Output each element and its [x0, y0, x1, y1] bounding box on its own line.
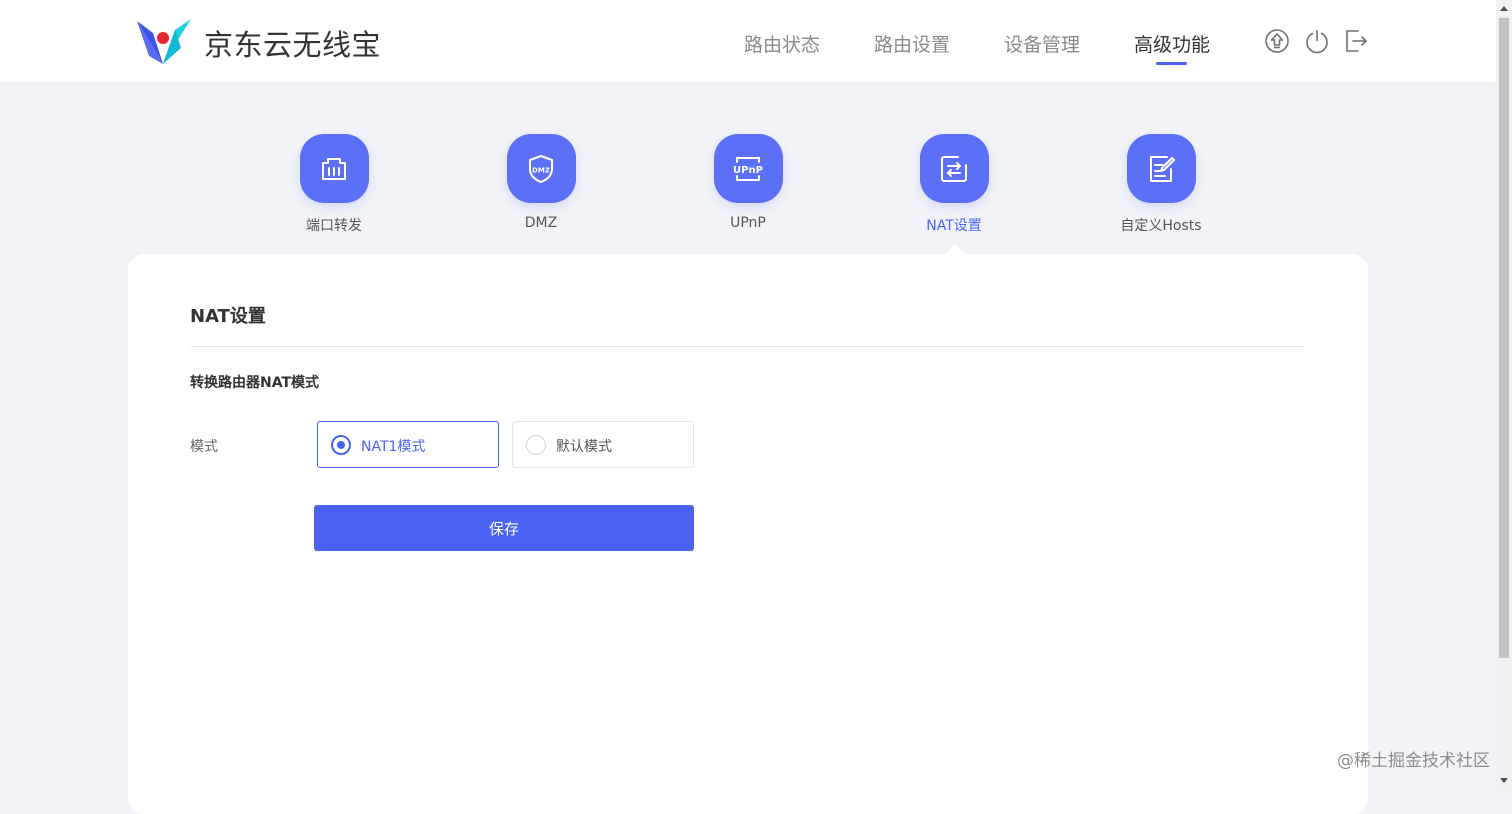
jdcloud-logo-icon	[137, 19, 191, 64]
title-divider	[190, 346, 1305, 347]
nav-advanced-features[interactable]: 高级功能	[1134, 30, 1210, 57]
nav-router-settings[interactable]: 路由设置	[874, 30, 950, 57]
edit-hosts-icon	[1126, 134, 1196, 203]
feature-custom-hosts[interactable]: 自定义Hosts	[1101, 134, 1221, 235]
nav-router-status[interactable]: 路由状态	[744, 30, 820, 57]
feature-port-forwarding[interactable]: 端口转发	[274, 134, 394, 235]
watermark: @稀土掘金技术社区	[1337, 751, 1490, 771]
feature-label: 端口转发	[306, 218, 362, 234]
panel-title: NAT设置	[190, 306, 266, 327]
mode-label: 模式	[190, 439, 218, 455]
power-icon[interactable]	[1304, 28, 1330, 54]
active-nav-indicator	[1156, 62, 1187, 65]
vertical-scrollbar[interactable]	[1496, 0, 1512, 790]
feature-dmz[interactable]: DMZ DMZ	[481, 134, 601, 231]
scroll-down-arrow-icon[interactable]	[1500, 778, 1508, 783]
svg-text:UPnP: UPnP	[733, 165, 763, 176]
nav-device-management[interactable]: 设备管理	[1004, 30, 1080, 57]
radio-default-mode[interactable]: 默认模式	[512, 421, 694, 468]
dmz-shield-icon: DMZ	[506, 134, 576, 203]
svg-text:DMZ: DMZ	[532, 166, 550, 174]
radio-unchecked-icon	[526, 435, 546, 455]
upgrade-icon[interactable]	[1264, 28, 1290, 54]
brand-name: 京东云无线宝	[204, 28, 382, 62]
feature-upnp[interactable]: UPnP UPnP	[688, 134, 808, 231]
feature-label: NAT设置	[926, 218, 982, 234]
logout-icon[interactable]	[1343, 28, 1369, 54]
nat-settings-panel: NAT设置 转换路由器NAT模式 模式 NAT1模式 默认模式 保存	[128, 254, 1368, 814]
scrollbar-thumb[interactable]	[1499, 18, 1509, 658]
feature-label: 自定义Hosts	[1120, 218, 1202, 234]
nat-icon	[919, 134, 989, 203]
scroll-up-arrow-icon[interactable]	[1500, 6, 1508, 11]
radio-nat1-mode[interactable]: NAT1模式	[317, 421, 499, 468]
radio-label: 默认模式	[556, 439, 612, 455]
radio-label: NAT1模式	[361, 439, 426, 455]
radio-checked-icon	[331, 435, 351, 455]
feature-nat-settings[interactable]: NAT设置	[894, 134, 1014, 235]
feature-label: DMZ	[524, 215, 558, 231]
top-navigation-bar: 京东云无线宝 路由状态 路由设置 设备管理 高级功能	[0, 0, 1496, 82]
upnp-icon: UPnP	[713, 134, 783, 203]
feature-label: UPnP	[730, 215, 766, 231]
port-forward-icon	[299, 134, 369, 203]
section-title: 转换路由器NAT模式	[190, 375, 320, 391]
save-button[interactable]: 保存	[314, 505, 694, 551]
